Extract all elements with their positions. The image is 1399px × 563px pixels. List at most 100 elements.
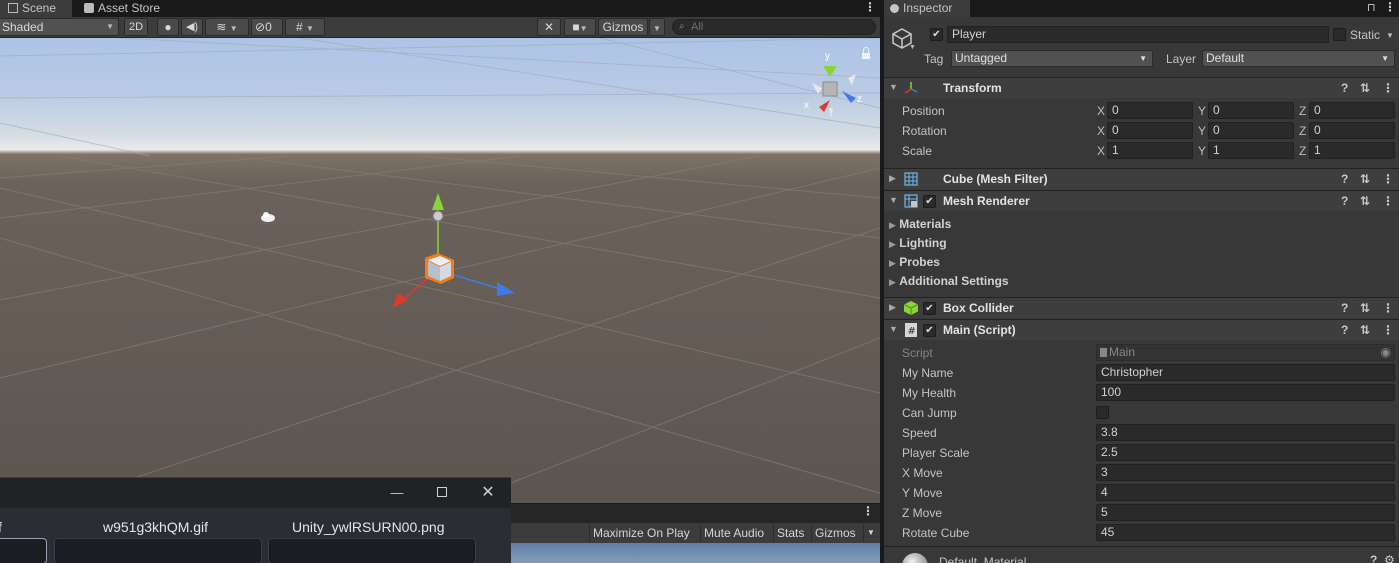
- chevron-down-icon[interactable]: ▼: [909, 44, 916, 51]
- help-icon[interactable]: ?: [1341, 323, 1348, 337]
- can-jump-checkbox[interactable]: [1096, 406, 1109, 419]
- active-checkbox[interactable]: ✔: [930, 28, 943, 41]
- rotation-x-input[interactable]: 0: [1107, 122, 1193, 139]
- z-move-input[interactable]: 5: [1096, 504, 1395, 521]
- light-icon[interactable]: [261, 212, 275, 222]
- static-checkbox[interactable]: [1333, 28, 1346, 41]
- axis-x-label[interactable]: X: [1097, 104, 1105, 118]
- mesh-renderer-enabled-checkbox[interactable]: ✔: [923, 195, 936, 208]
- tab-asset-store[interactable]: Asset Store: [76, 0, 168, 17]
- orientation-gizmo[interactable]: [812, 66, 856, 118]
- toggle-2d-button[interactable]: 2D: [124, 18, 148, 36]
- renderer-section-lighting[interactable]: ▶ Lighting: [889, 236, 947, 250]
- scale-y-input[interactable]: 1: [1208, 142, 1294, 159]
- preset-icon[interactable]: ⇅: [1360, 81, 1370, 95]
- axis-x-label[interactable]: X: [1097, 124, 1105, 138]
- maximize-button[interactable]: [432, 484, 452, 502]
- axis-z-label[interactable]: Z: [1299, 124, 1306, 138]
- tag-dropdown[interactable]: Untagged ▼: [951, 50, 1153, 67]
- object-name-input[interactable]: Player: [947, 26, 1329, 43]
- axis-x-label[interactable]: X: [1097, 144, 1105, 158]
- maximize-on-play-toggle[interactable]: Maximize On Play: [589, 524, 693, 542]
- rotate-cube-input[interactable]: 45: [1096, 524, 1395, 541]
- component-menu-icon[interactable]: ⋮: [1382, 81, 1394, 95]
- script-reference-field[interactable]: Main ◉: [1096, 344, 1395, 361]
- tab-scene[interactable]: Scene: [0, 0, 72, 17]
- scene-menu-icon[interactable]: ⋮: [864, 0, 876, 15]
- effects-dropdown[interactable]: ≋ ▼: [205, 18, 249, 36]
- position-y-input[interactable]: 0: [1208, 102, 1294, 119]
- component-menu-icon[interactable]: ⋮: [1382, 323, 1394, 337]
- help-icon[interactable]: ?: [1341, 172, 1348, 186]
- player-scale-input[interactable]: 2.5: [1096, 444, 1395, 461]
- game-menu-icon[interactable]: ⋮: [862, 504, 874, 518]
- tab-inspector[interactable]: Inspector: [884, 0, 970, 17]
- inspector-menu-icon[interactable]: ⋮: [1384, 0, 1396, 15]
- draw-mode-dropdown[interactable]: Shaded ▼: [0, 18, 119, 36]
- x-move-input[interactable]: 3: [1096, 464, 1395, 481]
- lock-icon[interactable]: [862, 47, 870, 60]
- settings-icon[interactable]: ⚙: [1384, 553, 1395, 563]
- file-thumbnail[interactable]: [54, 538, 262, 563]
- chevron-down-icon[interactable]: ▼: [1386, 31, 1394, 40]
- component-menu-icon[interactable]: ⋮: [1382, 194, 1394, 208]
- axis-y-label[interactable]: Y: [1198, 124, 1206, 138]
- my-health-input[interactable]: 100: [1096, 384, 1395, 401]
- y-move-input[interactable]: 4: [1096, 484, 1395, 501]
- box-collider-enabled-checkbox[interactable]: ✔: [923, 302, 936, 315]
- preset-icon[interactable]: ⇅: [1360, 172, 1370, 186]
- lighting-toggle[interactable]: ●: [157, 18, 179, 36]
- scale-x-input[interactable]: 1: [1107, 142, 1193, 159]
- tools-button[interactable]: ✕: [537, 18, 561, 36]
- lock-icon[interactable]: ⊓: [1367, 1, 1376, 14]
- window-titlebar[interactable]: — ✕: [0, 478, 511, 508]
- renderer-section-probes[interactable]: ▶ Probes: [889, 255, 940, 269]
- axis-z-label[interactable]: Z: [1299, 104, 1306, 118]
- preset-icon[interactable]: ⇅: [1360, 323, 1370, 337]
- speed-input[interactable]: 3.8: [1096, 424, 1395, 441]
- stats-toggle[interactable]: Stats: [773, 524, 807, 542]
- grid-snapping-dropdown[interactable]: # ▼: [285, 18, 325, 36]
- help-icon[interactable]: ?: [1341, 301, 1348, 315]
- component-menu-icon[interactable]: ⋮: [1382, 301, 1394, 315]
- layer-dropdown[interactable]: Default ▼: [1202, 50, 1395, 67]
- preset-icon[interactable]: ⇅: [1360, 301, 1370, 315]
- game-gizmos-toggle[interactable]: Gizmos: [811, 524, 859, 542]
- main-script-enabled-checkbox[interactable]: ✔: [923, 324, 936, 337]
- my-name-input[interactable]: Christopher: [1096, 364, 1395, 381]
- help-icon[interactable]: ?: [1341, 81, 1348, 95]
- renderer-section-materials[interactable]: ▶ Materials: [889, 217, 951, 231]
- rotation-z-input[interactable]: 0: [1309, 122, 1395, 139]
- help-icon[interactable]: ?: [1370, 553, 1377, 563]
- file-thumbnail[interactable]: [0, 538, 47, 563]
- game-gizmos-dropdown[interactable]: ▼: [863, 524, 878, 542]
- scale-z-input[interactable]: 1: [1309, 142, 1395, 159]
- close-button[interactable]: ✕: [478, 484, 498, 502]
- object-picker-icon[interactable]: ◉: [1381, 345, 1391, 360]
- axis-y-label[interactable]: Y: [1198, 104, 1206, 118]
- main-script-header[interactable]: ▼ # ✔ Main (Script) ? ⇅ ⋮: [884, 319, 1399, 340]
- gizmos-button[interactable]: Gizmos: [598, 18, 648, 36]
- preset-icon[interactable]: ⇅: [1360, 194, 1370, 208]
- game-view[interactable]: [511, 543, 880, 563]
- camera-dropdown[interactable]: ■▼: [564, 18, 596, 36]
- file-thumbnail[interactable]: [268, 538, 476, 563]
- mesh-renderer-header[interactable]: ▼ ✔ Mesh Renderer ? ⇅ ⋮: [884, 190, 1399, 211]
- mesh-filter-header[interactable]: ▶ Cube (Mesh Filter) ? ⇅ ⋮: [884, 168, 1399, 189]
- renderer-section-additional-settings[interactable]: ▶ Additional Settings: [889, 274, 1009, 288]
- audio-toggle[interactable]: ◀): [181, 18, 203, 36]
- hidden-objects-toggle[interactable]: ⊘0: [251, 18, 283, 36]
- scene-viewport[interactable]: y x z: [0, 38, 880, 503]
- axis-y-label[interactable]: Y: [1198, 144, 1206, 158]
- box-collider-header[interactable]: ▶ ✔ Box Collider ? ⇅ ⋮: [884, 297, 1399, 318]
- scene-search-input[interactable]: ⌕ All: [672, 19, 876, 35]
- mute-audio-toggle[interactable]: Mute Audio: [700, 524, 767, 542]
- axis-z-label[interactable]: Z: [1299, 144, 1306, 158]
- help-icon[interactable]: ?: [1341, 194, 1348, 208]
- position-x-input[interactable]: 0: [1107, 102, 1193, 119]
- rotation-y-input[interactable]: 0: [1208, 122, 1294, 139]
- gizmos-dropdown[interactable]: ▼: [649, 18, 665, 36]
- transform-header[interactable]: ▼ Transform ? ⇅ ⋮: [884, 77, 1399, 98]
- component-menu-icon[interactable]: ⋮: [1382, 172, 1394, 186]
- minimize-button[interactable]: —: [387, 484, 407, 502]
